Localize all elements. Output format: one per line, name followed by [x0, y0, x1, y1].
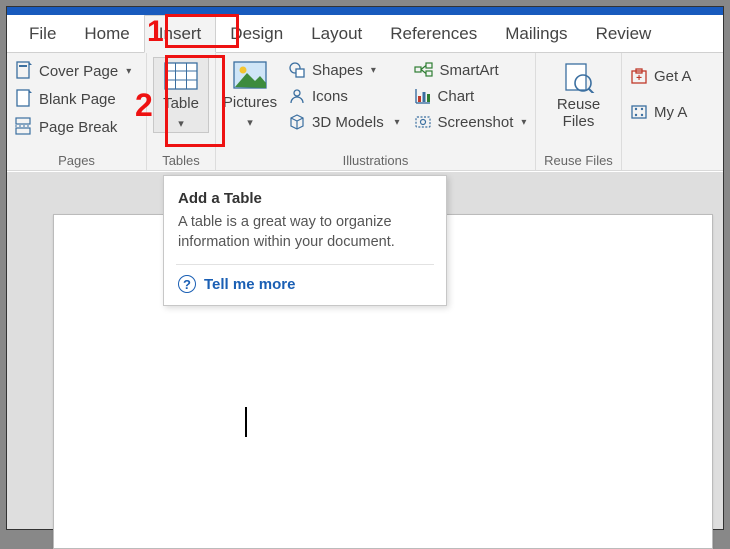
group-reuse-label: Reuse Files	[542, 151, 615, 168]
get-addins-button[interactable]: + Get A	[628, 65, 694, 87]
tab-review[interactable]: Review	[582, 16, 666, 52]
my-addins-button[interactable]: My A	[628, 101, 694, 123]
addins-icon	[630, 103, 648, 121]
icons-button[interactable]: Icons	[286, 85, 402, 107]
chevron-down-icon: ▾	[178, 117, 184, 130]
my-addins-label: My A	[654, 104, 687, 121]
chevron-down-icon: ▾	[392, 117, 400, 128]
tab-references[interactable]: References	[376, 16, 491, 52]
tooltip-separator	[176, 264, 434, 265]
blank-page-icon	[15, 89, 33, 109]
group-addins: + Get A My A	[622, 53, 700, 170]
tell-me-more-link[interactable]: ? Tell me more	[178, 275, 432, 293]
tooltip-title: Add a Table	[178, 190, 432, 207]
chevron-down-icon: ▾	[371, 65, 376, 76]
tab-design[interactable]: Design	[216, 16, 297, 52]
svg-text:+: +	[636, 73, 642, 84]
cube-icon	[288, 113, 306, 131]
blank-page-label: Blank Page	[39, 91, 116, 108]
tooltip-body: A table is a great way to organize infor…	[178, 213, 432, 252]
pictures-icon	[233, 61, 267, 91]
shapes-icon	[288, 61, 306, 79]
group-illustrations-label: Illustrations	[222, 151, 529, 168]
table-label: Table	[163, 96, 199, 113]
ribbon: Cover Page ▾ Blank Page Page Break	[7, 53, 723, 171]
screenshot-label: Screenshot	[438, 114, 514, 131]
3d-models-button[interactable]: 3D Models ▾	[286, 111, 402, 133]
smartart-label: SmartArt	[440, 62, 499, 79]
group-tables-label: Tables	[153, 151, 209, 168]
reuse-files-icon	[561, 61, 597, 93]
table-icon	[164, 62, 198, 92]
page-break-label: Page Break	[39, 119, 117, 136]
store-icon: +	[630, 67, 648, 85]
screenshot-button[interactable]: Screenshot ▾	[412, 111, 529, 133]
group-reuse-files: Reuse Files Reuse Files	[536, 53, 622, 170]
shapes-button[interactable]: Shapes ▾	[286, 59, 402, 81]
icons-icon	[288, 87, 306, 105]
reuse-files-button[interactable]: Reuse Files	[544, 57, 614, 132]
chart-icon	[414, 87, 432, 105]
group-addins-label	[628, 151, 694, 168]
group-pages-label: Pages	[13, 151, 140, 168]
tell-me-more-label: Tell me more	[204, 276, 295, 293]
cover-page-button[interactable]: Cover Page ▾	[13, 59, 133, 83]
group-illustrations: Pictures ▾ Shapes ▾ I	[216, 53, 536, 170]
chart-button[interactable]: Chart	[412, 85, 529, 107]
tab-mailings[interactable]: Mailings	[491, 16, 581, 52]
smartart-icon	[414, 61, 434, 79]
smartart-button[interactable]: SmartArt	[412, 59, 529, 81]
screenshot-icon	[414, 113, 432, 131]
pictures-button[interactable]: Pictures ▾	[222, 57, 278, 131]
tooltip-add-table: Add a Table A table is a great way to or…	[163, 175, 447, 306]
group-pages: Cover Page ▾ Blank Page Page Break	[7, 53, 147, 170]
group-tables: Table ▾ Tables	[147, 53, 216, 170]
3d-models-label: 3D Models	[312, 114, 384, 131]
icons-label: Icons	[312, 88, 348, 105]
table-button[interactable]: Table ▾	[153, 57, 209, 133]
blank-page-button[interactable]: Blank Page	[13, 87, 133, 111]
chevron-down-icon: ▾	[521, 117, 526, 128]
tab-insert[interactable]: Insert	[144, 15, 217, 53]
pictures-label: Pictures	[223, 95, 277, 112]
tab-layout[interactable]: Layout	[297, 16, 376, 52]
get-addins-label: Get A	[654, 68, 692, 85]
ribbon-tabs: File Home Insert Design Layout Reference…	[7, 15, 723, 53]
reuse-files-label: Reuse Files	[557, 97, 600, 130]
chevron-down-icon: ▾	[247, 116, 253, 129]
chart-label: Chart	[438, 88, 475, 105]
tab-file[interactable]: File	[15, 16, 70, 52]
page-break-icon	[15, 117, 33, 137]
cover-page-icon	[15, 61, 33, 81]
chevron-down-icon: ▾	[126, 66, 131, 77]
help-icon: ?	[178, 275, 196, 293]
cover-page-label: Cover Page	[39, 63, 118, 80]
app-window: File Home Insert Design Layout Reference…	[6, 6, 724, 530]
tab-home[interactable]: Home	[70, 16, 143, 52]
titlebar	[7, 7, 723, 15]
page-break-button[interactable]: Page Break	[13, 115, 133, 139]
text-cursor	[245, 407, 247, 437]
shapes-label: Shapes	[312, 62, 363, 79]
